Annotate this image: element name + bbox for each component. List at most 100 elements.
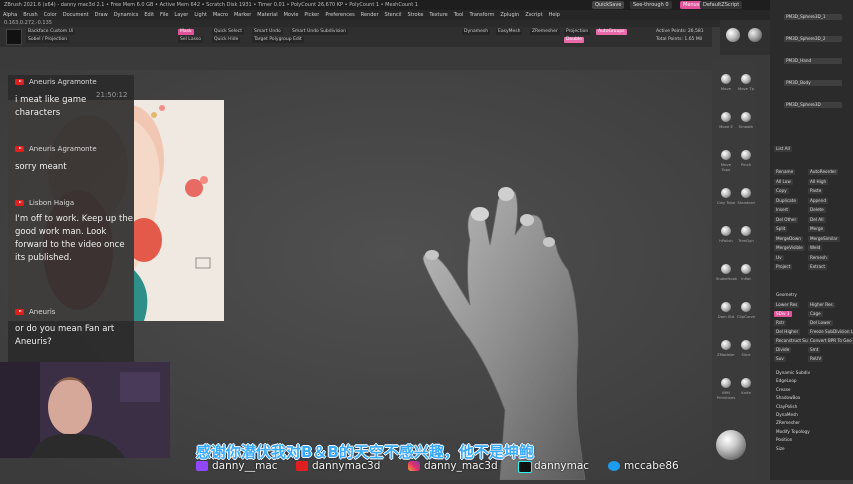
sobel-projection-button[interactable]: Sobel / Projection: [26, 37, 70, 43]
subtool-action-paste[interactable]: Paste: [808, 188, 824, 194]
menu-item-color[interactable]: Color: [44, 12, 57, 18]
dynamesh-button[interactable]: Dynamesh: [462, 29, 491, 35]
geometry-del-higher[interactable]: Del Higher: [774, 329, 801, 335]
subtool-item[interactable]: PM3D_Hand: [784, 58, 842, 64]
brush-knife-icon[interactable]: [741, 378, 751, 388]
geometry-section-dynamesh[interactable]: DynaMesh: [774, 412, 800, 418]
subtool-action-copy[interactable]: Copy: [774, 188, 789, 194]
geometry-divide[interactable]: Divide: [774, 347, 792, 353]
matcap-sphere-icon[interactable]: [748, 28, 762, 42]
subtool-action-delete[interactable]: Delete: [808, 207, 826, 213]
geometry-rstr[interactable]: Rstr: [774, 320, 787, 326]
subtool-action-del-other[interactable]: Del Other: [774, 216, 799, 223]
geometry-del-lower[interactable]: Del Lower: [808, 320, 833, 326]
brush-standard-icon[interactable]: [741, 188, 751, 198]
brush-move-tp-icon[interactable]: [741, 74, 751, 84]
subtool-action-extract[interactable]: Extract: [808, 264, 827, 270]
menu-item-layer[interactable]: Layer: [174, 12, 188, 18]
brush-move-icon[interactable]: [721, 74, 731, 84]
backface-button[interactable]: Backface Custom Ui: [26, 29, 76, 35]
menu-item-material[interactable]: Material: [257, 12, 277, 18]
zremesher-button[interactable]: ZRemesher: [530, 29, 560, 35]
geometry-reuv[interactable]: ReUV: [808, 356, 824, 362]
list-all-button[interactable]: List All: [774, 146, 792, 152]
subtool-action-merge[interactable]: Merge: [808, 226, 826, 232]
subtool-action-append[interactable]: Append: [808, 197, 829, 204]
brush-clipcurve-icon[interactable]: [741, 302, 751, 312]
menu-item-picker[interactable]: Picker: [304, 12, 319, 18]
menu-item-macro[interactable]: Macro: [213, 12, 228, 18]
subtool-action-all-high[interactable]: All High: [808, 178, 829, 185]
double-button[interactable]: Double: [564, 37, 584, 43]
geometry-section-position[interactable]: Position: [774, 437, 794, 443]
mask-button[interactable]: Mask: [178, 29, 194, 35]
menu-item-edit[interactable]: Edit: [144, 12, 154, 18]
brush-hpolish-icon[interactable]: [721, 226, 731, 236]
subtool-action-remesh[interactable]: Remesh: [808, 254, 829, 261]
sel-lasso-button[interactable]: Sel Lasso: [178, 37, 204, 43]
subtool-action-del-all[interactable]: Del All: [808, 216, 826, 223]
menu-item-movie[interactable]: Movie: [284, 12, 299, 18]
geometry-section-dynamic-subdiv[interactable]: Dynamic Subdiv: [774, 370, 812, 376]
brush-imm-primitives-icon[interactable]: [721, 378, 731, 388]
brush-pinch-icon[interactable]: [741, 150, 751, 160]
brush-clay-tube-icon[interactable]: [721, 188, 731, 198]
brush-move-e-icon[interactable]: [721, 112, 731, 122]
brush-slice-icon[interactable]: [741, 340, 751, 350]
geometry-convert-bpr-to-geo[interactable]: Convert BPR To Geo: [808, 338, 853, 344]
subtool-item[interactable]: PM3D_Body: [784, 80, 842, 86]
brush-move-topo-icon[interactable]: [721, 150, 731, 160]
geometry-freeze-subdivision-levels[interactable]: Freeze SubDivision Levels: [808, 329, 853, 335]
subtool-action-mergedown[interactable]: MergeDown: [774, 235, 803, 242]
geometry-suv[interactable]: Suv: [774, 356, 786, 362]
autogroups-button[interactable]: AutoGroups: [596, 29, 627, 35]
geometry-section-shadowbox[interactable]: ShadowBox: [774, 395, 802, 401]
menu-item-help[interactable]: Help: [549, 12, 560, 18]
geometry-header[interactable]: Geometry: [774, 292, 799, 298]
geometry-sdiv-1[interactable]: SDiv 1: [774, 311, 792, 317]
default-script-button[interactable]: DefaultZScript: [700, 1, 743, 9]
menu-item-zscript[interactable]: Zscript: [525, 12, 542, 18]
subtool-action-mergevisible[interactable]: MergeVisible: [774, 245, 805, 251]
geometry-section-size[interactable]: Size: [774, 446, 787, 452]
menu-item-texture[interactable]: Texture: [429, 12, 447, 18]
menu-item-marker[interactable]: Marker: [234, 12, 251, 18]
geometry-cage[interactable]: Cage: [808, 311, 823, 317]
subtool-action-all-low[interactable]: All Low: [774, 178, 793, 185]
subtool-action-insert[interactable]: Insert: [774, 207, 791, 213]
menu-item-dynamics[interactable]: Dynamics: [114, 12, 139, 18]
menus-button[interactable]: Menus: [680, 1, 703, 9]
menu-item-zplugin[interactable]: Zplugin: [500, 12, 519, 18]
menu-item-stroke[interactable]: Stroke: [407, 12, 423, 18]
smart-undo-subdivision-button[interactable]: Smart Undo Subdivision: [290, 29, 349, 35]
subtool-item[interactable]: PM3D_Sphere3D: [784, 102, 842, 108]
subtool-action-uv[interactable]: Uv: [774, 254, 784, 261]
subtool-action-weld[interactable]: Weld: [808, 245, 823, 251]
brush-trimdyn-icon[interactable]: [741, 226, 751, 236]
subtool-item[interactable]: PM3D_Sphere3D_1: [784, 14, 842, 20]
geometry-section-crease[interactable]: Crease: [774, 387, 792, 393]
brush-snakehook-icon[interactable]: [721, 264, 731, 274]
smart-undo-button[interactable]: Smart Undo: [252, 29, 283, 35]
geometry-section-modify-topology[interactable]: Modify Topology: [774, 429, 812, 435]
menu-item-stencil[interactable]: Stencil: [385, 12, 402, 18]
subtool-action-mergesimilar[interactable]: MergeSimilar: [808, 235, 840, 242]
geometry-section-edgeloop[interactable]: EdgeLoop: [774, 378, 799, 384]
subtool-action-split[interactable]: Split: [774, 226, 788, 232]
quick-select-button[interactable]: Quick Select: [212, 29, 245, 35]
material-sphere-icon[interactable]: [726, 28, 740, 42]
brush-dam-std-icon[interactable]: [721, 302, 731, 312]
geometry-section-claypolish[interactable]: ClayPolish: [774, 404, 799, 410]
menu-item-tool[interactable]: Tool: [454, 12, 464, 18]
menu-item-alpha[interactable]: Alpha: [3, 12, 17, 18]
menu-item-file[interactable]: File: [160, 12, 168, 18]
menu-item-transform[interactable]: Transform: [469, 12, 494, 18]
menu-item-document[interactable]: Document: [63, 12, 89, 18]
see-through-slider[interactable]: See-through 0: [630, 1, 672, 9]
subtool-action-project[interactable]: Project: [774, 264, 793, 270]
target-polygroup-button[interactable]: Target Polygroup Edit: [252, 37, 304, 43]
subtool-item[interactable]: PM3D_Sphere3D_2: [784, 36, 842, 42]
brush-inflat-icon[interactable]: [741, 264, 751, 274]
quick-hide-button[interactable]: Quick Hide: [212, 37, 241, 43]
menu-item-draw[interactable]: Draw: [95, 12, 108, 18]
